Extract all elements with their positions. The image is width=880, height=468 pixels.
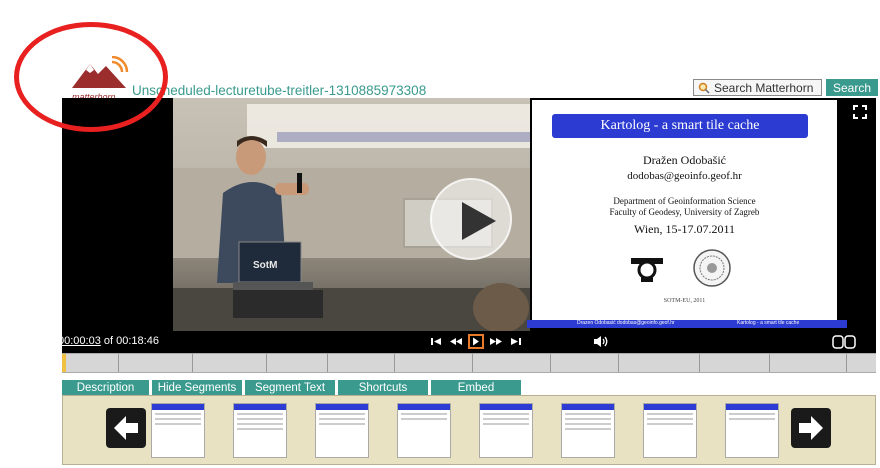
captions-icon[interactable]	[832, 335, 856, 349]
control-bar: 00:00:03 of 00:18:46	[58, 331, 876, 353]
time-display: 00:00:03 of 00:18:46	[58, 335, 159, 347]
segment-thumbnail[interactable]	[479, 403, 533, 458]
slide-email: dodobas@geoinfo.geof.hr	[627, 170, 742, 182]
faculty-logo	[631, 258, 663, 282]
slide-footer: Drazen Odobasić dodobas@geoinfo.geof.hr …	[527, 320, 847, 328]
university-seal	[693, 249, 731, 287]
rewind-icon[interactable]	[448, 334, 464, 349]
slide-conference: SOTM-EU, 2011	[663, 298, 706, 304]
playhead-marker[interactable]	[62, 354, 66, 372]
transport-controls	[428, 334, 524, 349]
segment-thumbnail[interactable]	[315, 403, 369, 458]
timeline-scrubber[interactable]	[62, 353, 876, 373]
segment-thumbnail[interactable]	[151, 403, 205, 458]
search-icon	[698, 82, 710, 94]
tab-hide-segments[interactable]: Hide Segments	[152, 380, 242, 395]
tab-description[interactable]: Description	[62, 380, 149, 395]
fullscreen-icon[interactable]	[852, 104, 868, 120]
segment-thumbnail[interactable]	[561, 403, 615, 458]
tab-segment-text[interactable]: Segment Text	[245, 380, 335, 395]
tab-shortcuts[interactable]: Shortcuts	[338, 380, 428, 395]
total-duration: 00:18:46	[116, 335, 159, 347]
recording-title: Unscheduled-lecturetube-treitler-1310885…	[132, 83, 427, 98]
segments-strip	[62, 395, 876, 465]
play-icon[interactable]	[468, 334, 484, 349]
arrow-right-icon[interactable]	[791, 408, 831, 448]
play-icon	[462, 202, 496, 240]
segment-thumbnail[interactable]	[725, 403, 779, 458]
slide-footer-title: Kartolog - a smart tile cache	[737, 320, 800, 326]
slide-date: Wien, 15-17.07.2011	[633, 222, 736, 236]
arrow-left-icon[interactable]	[106, 408, 146, 448]
slide-faculty: Faculty of Geodesy, University of Zagreb	[609, 207, 760, 217]
search-input[interactable]: Search Matterhorn	[693, 79, 822, 96]
slide-department: Department of Geoinformation Science	[613, 196, 756, 206]
skip-forward-icon[interactable]	[508, 334, 524, 349]
slide-author: Dražen Odobašić	[643, 153, 726, 167]
current-time[interactable]: 00:00:03	[58, 335, 101, 347]
segment-thumbnail[interactable]	[643, 403, 697, 458]
segment-thumbnail[interactable]	[233, 403, 287, 458]
presentation-slide: Kartolog - a smart tile cache Dražen Odo…	[527, 100, 847, 328]
video-player[interactable]: SotM Kartolog - a smart tile cache Draže…	[62, 98, 876, 331]
search-placeholder: Search Matterhorn	[714, 80, 814, 95]
segment-thumbnail[interactable]	[397, 403, 451, 458]
time-separator: of	[103, 335, 114, 347]
slide-title: Kartolog - a smart tile cache	[552, 114, 808, 138]
fast-forward-icon[interactable]	[488, 334, 504, 349]
tab-bar: Description Hide Segments Segment Text S…	[62, 380, 521, 395]
svg-text:SotM: SotM	[253, 260, 277, 271]
slide-footer-author: Drazen Odobasić dodobas@geoinfo.geof.hr	[577, 320, 675, 326]
big-play-button[interactable]	[430, 178, 512, 260]
laptop: SotM	[233, 241, 323, 318]
search-button[interactable]: Search	[826, 79, 878, 96]
volume-icon[interactable]	[592, 334, 608, 349]
tab-embed[interactable]: Embed	[431, 380, 521, 395]
annotation-circle	[14, 22, 168, 132]
skip-back-icon[interactable]	[428, 334, 444, 349]
